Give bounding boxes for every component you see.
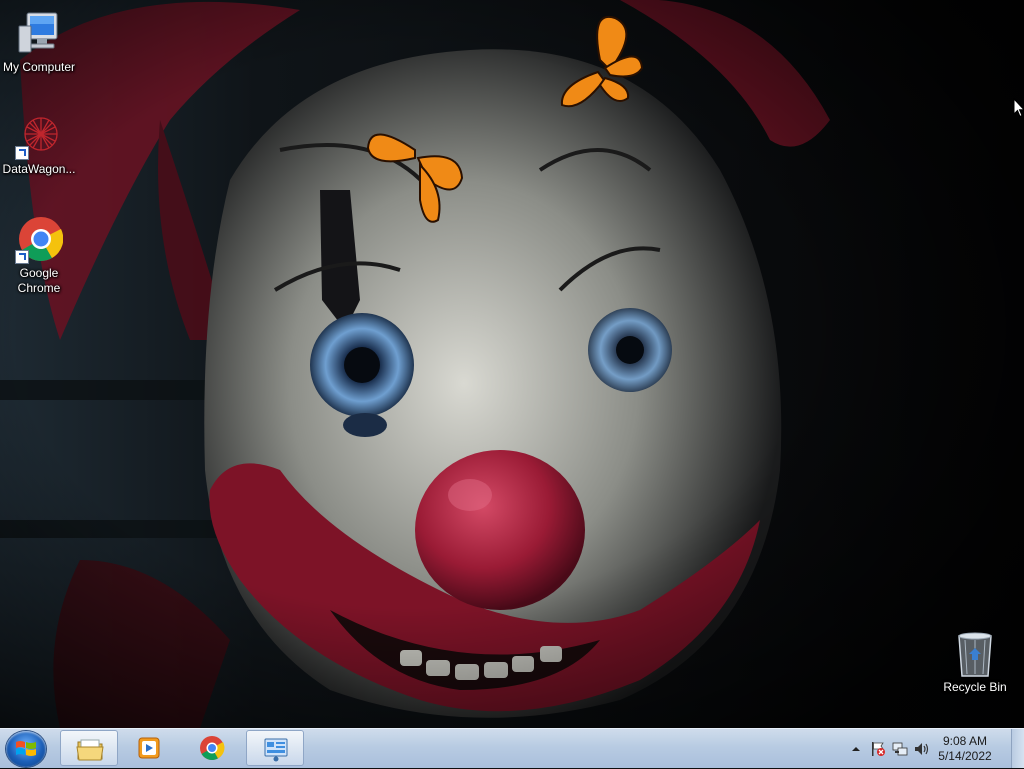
chevron-up-icon[interactable] <box>848 741 864 757</box>
start-button[interactable] <box>6 731 46 767</box>
desktop-icon-label: DataWagon... <box>2 162 76 176</box>
network-icon[interactable] <box>892 741 908 757</box>
desktop-icon-label: Recycle Bin <box>943 680 1007 694</box>
computer-icon <box>15 10 63 58</box>
shortcut-arrow-icon <box>15 146 29 160</box>
volume-icon[interactable] <box>914 741 930 757</box>
desktop-icon-recycle-bin[interactable]: Recycle Bin <box>936 630 1014 695</box>
taskbar-button-google-chrome[interactable] <box>183 730 241 766</box>
desktop-wallpaper <box>0 0 1024 728</box>
taskbar: 9:08 AM 5/14/2022 <box>0 728 1024 768</box>
desktop-icon-datawagon[interactable]: DataWagon... <box>0 112 78 177</box>
recycle-bin-icon <box>951 630 999 678</box>
system-tray: 9:08 AM 5/14/2022 <box>834 729 1024 769</box>
clock[interactable]: 9:08 AM 5/14/2022 <box>930 734 1000 764</box>
show-desktop-button[interactable] <box>1011 729 1024 768</box>
chrome-icon <box>200 736 225 761</box>
clock-time: 9:08 AM <box>942 734 988 748</box>
desktop-icon-google-chrome[interactable]: Google Chrome <box>0 216 78 296</box>
desktop-icon-my-computer[interactable]: My Computer <box>0 10 78 75</box>
windows-logo-icon <box>16 741 36 756</box>
folder-icon <box>76 739 104 761</box>
mouse-cursor-icon <box>1013 98 1024 118</box>
chrome-icon <box>15 216 64 264</box>
clock-date: 5/14/2022 <box>938 749 992 763</box>
control-panel-icon <box>264 738 288 762</box>
desktop-icon-label: Google Chrome <box>17 266 61 295</box>
taskbar-button-media-player[interactable] <box>120 730 178 766</box>
datawagon-icon <box>15 112 63 160</box>
action-center-flag-icon[interactable] <box>870 741 886 757</box>
media-player-icon <box>138 737 160 759</box>
taskbar-button-windows-explorer[interactable] <box>60 730 118 766</box>
desktop-icon-label: My Computer <box>2 60 76 74</box>
taskbar-button-control-panel[interactable] <box>246 730 304 766</box>
shortcut-arrow-icon <box>15 250 29 264</box>
